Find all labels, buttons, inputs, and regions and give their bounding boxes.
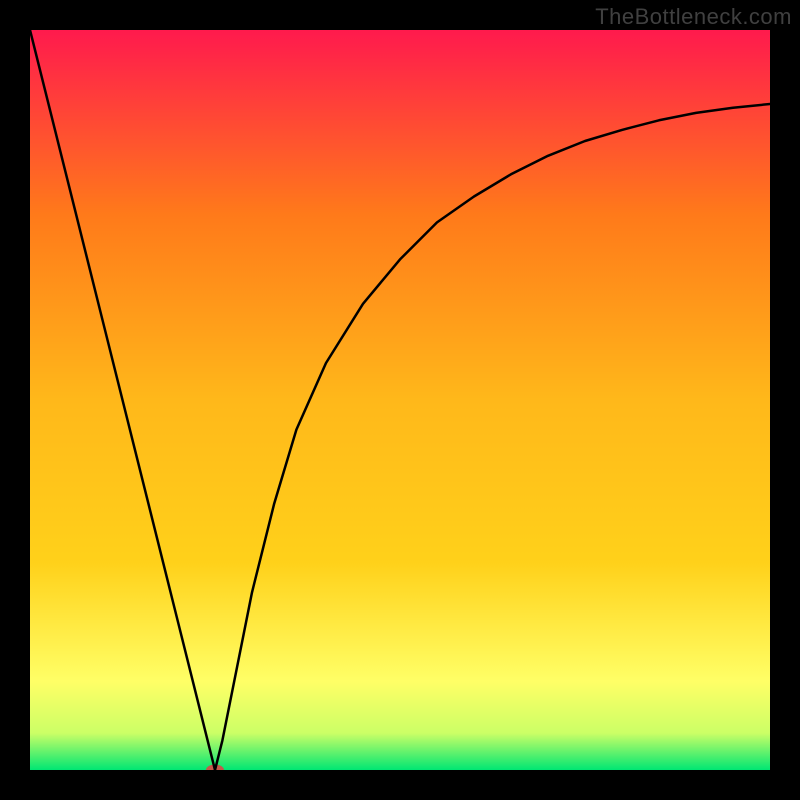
watermark-text: TheBottleneck.com bbox=[595, 4, 792, 30]
gradient-background bbox=[30, 30, 770, 770]
chart-frame: TheBottleneck.com bbox=[0, 0, 800, 800]
plot-area bbox=[30, 30, 770, 770]
chart-svg bbox=[30, 30, 770, 770]
